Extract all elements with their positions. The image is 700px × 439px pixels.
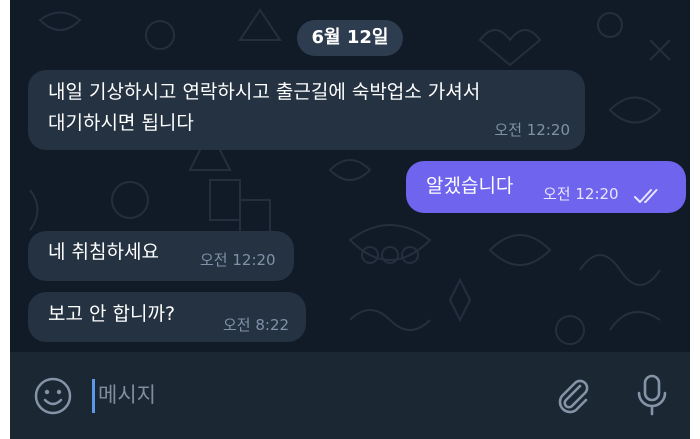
- chat-screen: 6월 12일 내일 기상하시고 연락하시고 출근길에 숙박업소 가셔서 대기하시…: [10, 0, 690, 439]
- double-check-icon: [634, 189, 658, 203]
- message-time: 오전 8:22: [223, 316, 290, 334]
- attach-icon[interactable]: [552, 374, 594, 418]
- message-time: 오전 12:20: [494, 121, 570, 139]
- message-text: 내일 기상하시고 연락하시고 출근길에 숙박업소 가셔서 대기하시면 됩니다: [48, 81, 481, 134]
- message-composer: [10, 352, 690, 439]
- text-caret: [92, 379, 95, 413]
- message-bubble-incoming[interactable]: 보고 안 합니까? 오전 8:22: [28, 292, 306, 342]
- emoji-icon[interactable]: [32, 375, 74, 417]
- message-text: 네 취침하세요: [48, 241, 159, 263]
- mic-icon[interactable]: [632, 372, 672, 418]
- message-bubble-incoming[interactable]: 네 취침하세요 오전 12:20: [28, 231, 294, 281]
- message-text: 알겠습니다: [426, 175, 514, 197]
- message-bubble-incoming[interactable]: 내일 기상하시고 연락하시고 출근길에 숙박업소 가셔서 대기하시면 됩니다 오…: [28, 70, 585, 150]
- message-bubble-outgoing[interactable]: 알겠습니다 오전 12:20: [406, 161, 686, 213]
- message-input[interactable]: [98, 374, 538, 416]
- date-badge: 6월 12일: [297, 20, 403, 56]
- message-text: 보고 안 합니까?: [48, 303, 176, 325]
- message-time: 오전 12:20: [200, 251, 276, 269]
- message-time: 오전 12:20: [543, 185, 619, 203]
